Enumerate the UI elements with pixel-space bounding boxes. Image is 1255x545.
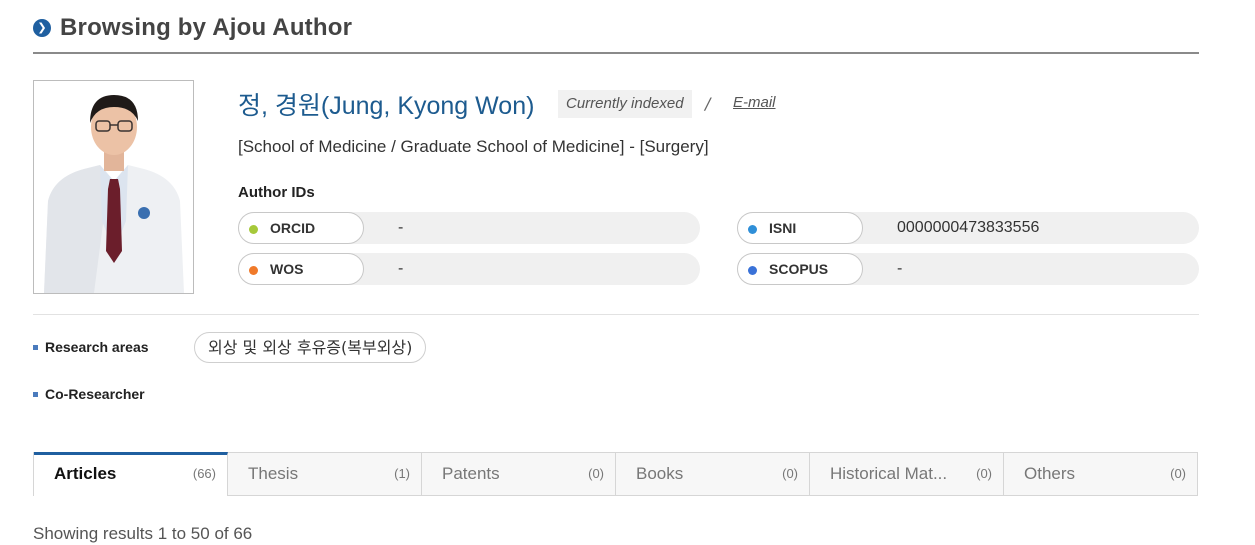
tab-label: Patents [442, 464, 500, 483]
separator: / [705, 94, 711, 113]
author-id-label: ISNI [769, 220, 797, 236]
author-id-label-pill: ISNI [737, 212, 863, 244]
author-id-label-pill: SCOPUS [737, 253, 863, 285]
author-portrait-image [34, 81, 193, 293]
author-id-wos: WOS - [238, 253, 700, 285]
author-id-label-pill: ORCID [238, 212, 364, 244]
tab-count: (0) [976, 466, 992, 481]
page-header: ❯ Browsing by Ajou Author [33, 12, 1199, 54]
tab-books[interactable]: Books (0) [616, 453, 810, 495]
tab-count: (0) [1170, 466, 1186, 481]
chevron-right-icon: ❯ [33, 19, 51, 37]
square-bullet-icon [33, 392, 38, 397]
author-id-value: - [398, 219, 404, 236]
tab-thesis[interactable]: Thesis (1) [228, 453, 422, 495]
author-id-value: - [897, 260, 903, 277]
author-ids-heading: Author IDs [238, 184, 315, 201]
tab-patents[interactable]: Patents (0) [422, 453, 616, 495]
page-title: Browsing by Ajou Author [60, 14, 353, 41]
research-area-tag[interactable]: 외상 및 외상 후유증(복부외상) [194, 332, 427, 363]
author-id-scopus: SCOPUS - [737, 253, 1199, 285]
square-bullet-icon [33, 345, 38, 350]
output-type-tabs: Articles (66) Thesis (1) Patents (0) Boo… [33, 452, 1198, 496]
co-researcher-label: Co-Researcher [45, 386, 145, 402]
tab-label: Thesis [248, 464, 299, 483]
author-id-isni: ISNI 0000000473833556 [737, 212, 1199, 244]
author-affiliation: [School of Medicine / Graduate School of… [238, 137, 709, 156]
orcid-dot-icon [249, 225, 258, 234]
index-status-badge: Currently indexed [558, 90, 692, 118]
author-id-value: - [398, 260, 404, 277]
tab-count: (1) [394, 466, 410, 481]
tab-count: (0) [782, 466, 798, 481]
tab-others[interactable]: Others (0) [1004, 453, 1197, 495]
author-id-label: ORCID [270, 220, 316, 236]
author-id-label-pill: WOS [238, 253, 364, 285]
tab-label: Historical Mat... [830, 464, 948, 483]
author-id-label: WOS [270, 261, 304, 277]
results-summary: Showing results 1 to 50 of 66 [33, 524, 253, 543]
author-id-label: SCOPUS [769, 261, 829, 277]
tab-label: Articles [54, 464, 117, 483]
tab-historical-materials[interactable]: Historical Mat... (0) [810, 453, 1004, 495]
email-link[interactable]: E-mail [733, 94, 776, 111]
tab-label: Books [636, 464, 684, 483]
author-id-value: 0000000473833556 [897, 219, 1040, 236]
tab-count: (66) [192, 466, 216, 481]
wos-dot-icon [249, 266, 258, 275]
tab-count: (0) [588, 466, 604, 481]
scopus-dot-icon [748, 266, 757, 275]
section-divider [33, 314, 1199, 315]
author-photo [33, 80, 194, 294]
tab-label: Others [1024, 464, 1076, 483]
author-name: 정, 경원(Jung, Kyong Won) [238, 92, 535, 120]
isni-dot-icon [748, 225, 757, 234]
author-id-orcid: ORCID - [238, 212, 700, 244]
tab-articles[interactable]: Articles (66) [34, 452, 228, 496]
research-areas-label: Research areas [45, 339, 149, 355]
